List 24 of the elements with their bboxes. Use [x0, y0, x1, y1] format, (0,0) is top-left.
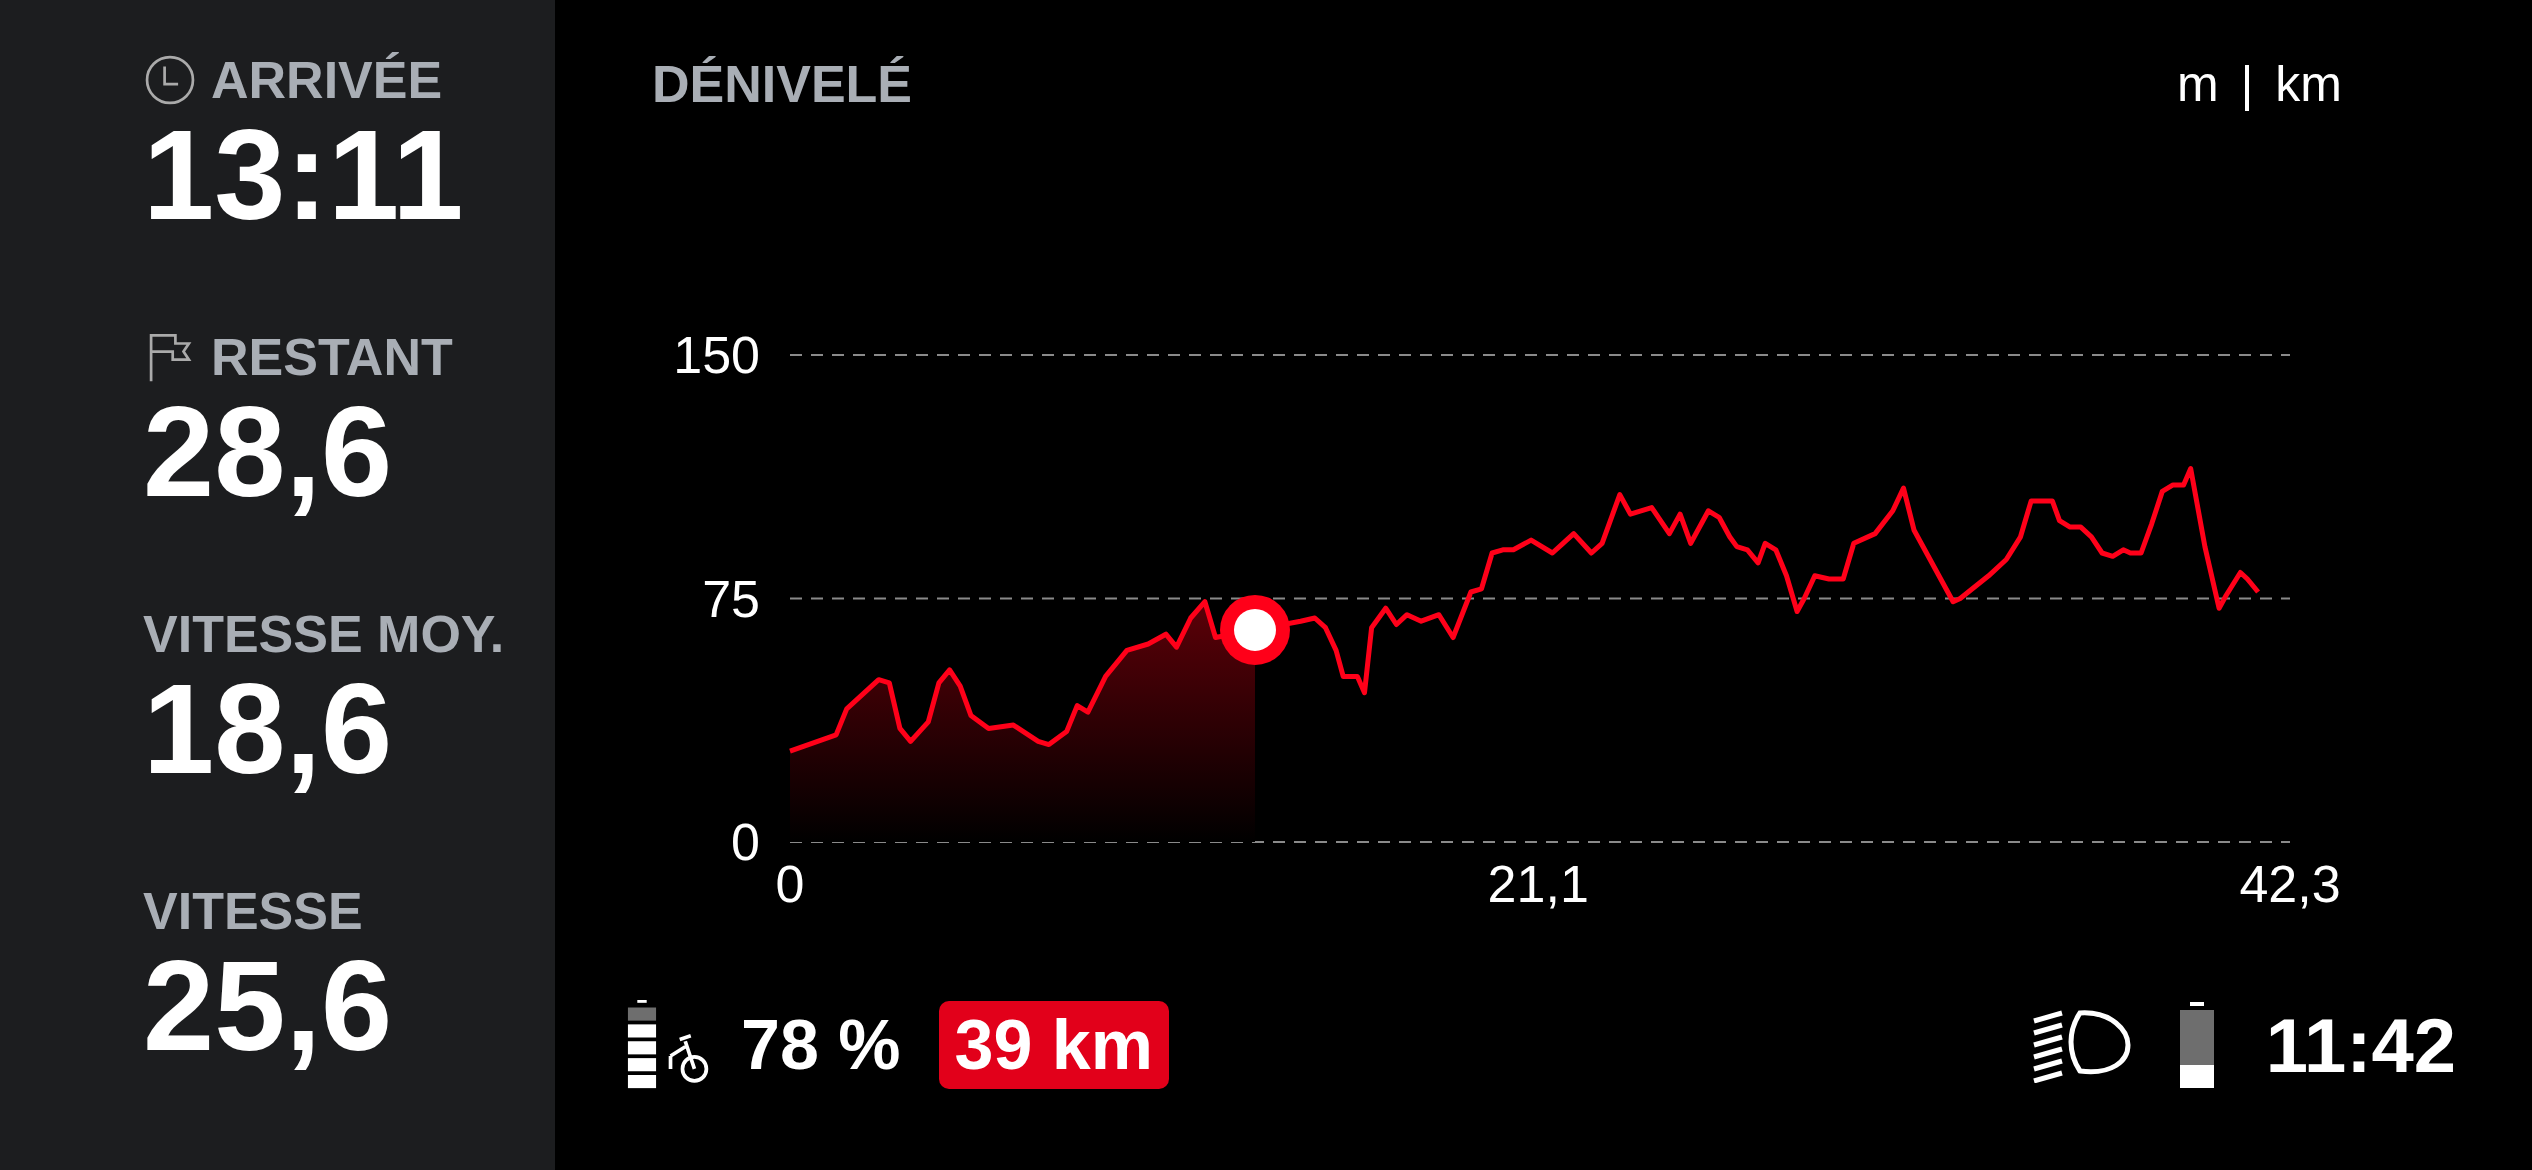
x-tick-label: 0 — [775, 855, 805, 913]
chart-title: DÉNIVELÉ — [652, 54, 913, 114]
stat-value: 25,6 — [143, 943, 394, 1069]
battery-percent: 78 % — [741, 1005, 901, 1085]
position-marker — [1220, 594, 1290, 665]
clock-icon — [143, 53, 197, 107]
headlight-icon — [2031, 1007, 2132, 1083]
stat-label: VITESSE MOY. — [143, 604, 505, 664]
stat-label: VITESSE — [143, 881, 363, 941]
range-badge: 39 km — [938, 1001, 1170, 1089]
stat-label: ARRIVÉE — [211, 50, 443, 110]
stat-label: RESTANT — [211, 327, 453, 387]
stat-value: 13:11 — [143, 112, 465, 238]
x-tick-label: 42,3 — [2239, 855, 2341, 913]
x-tick-label: 21,1 — [1487, 855, 1589, 913]
stat-value: 28,6 — [143, 389, 394, 515]
clock-time: 11:42 — [2265, 1001, 2456, 1089]
stat-value: 18,6 — [143, 666, 394, 792]
ebike-battery-icon — [627, 1000, 657, 1090]
y-tick-label: 0 — [731, 813, 760, 871]
battery-icon — [2179, 1002, 2214, 1088]
y-tick-label: 75 — [702, 569, 760, 628]
y-tick-label: 150 — [673, 326, 760, 384]
units-label: m | km — [2176, 55, 2342, 113]
